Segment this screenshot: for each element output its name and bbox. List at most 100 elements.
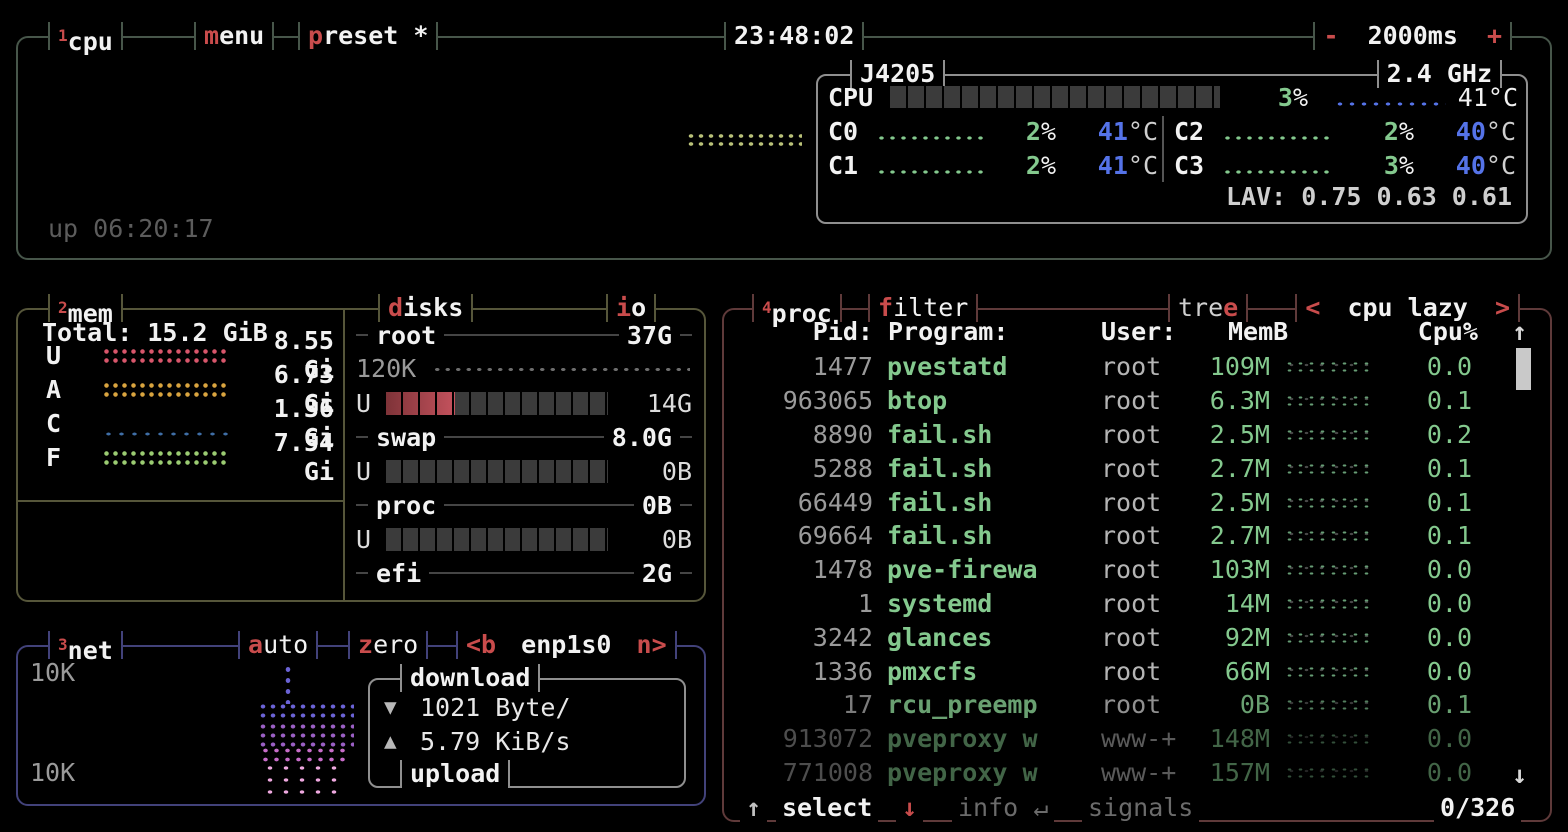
process-name: pve-firewa [887, 555, 1087, 584]
net-scale-bottom: 10K [30, 758, 75, 787]
disk-efi-header: efi2G [356, 556, 692, 590]
net-zero-toggle[interactable]: zero [348, 631, 428, 659]
process-row[interactable]: 8890 fail.sh root 2.5M 0.2 [738, 418, 1510, 452]
process-name: systemd [887, 589, 1087, 618]
cpu-hotkey: 1 [58, 26, 68, 45]
process-pid: 771008 [738, 758, 873, 787]
process-user: root [1101, 690, 1191, 719]
process-row[interactable]: 17 rcu_preemp root 0B 0.1 [738, 688, 1510, 722]
process-user: root [1101, 623, 1191, 652]
process-cpu-graph [1284, 529, 1374, 542]
process-cpu-graph [1284, 496, 1374, 509]
col-header-mem[interactable]: MemB [1228, 318, 1288, 346]
process-mem: 109M [1205, 352, 1270, 381]
download-label: download [400, 664, 540, 692]
process-mem: 2.7M [1205, 454, 1270, 483]
scroll-down-icon[interactable]: ↓ [1512, 760, 1527, 789]
core-label: C0 [828, 117, 876, 146]
process-row[interactable]: 1478 pve-firewa root 103M 0.0 [738, 553, 1510, 587]
interval-increase-button[interactable]: + [1487, 21, 1502, 50]
process-row[interactable]: 1 systemd root 14M 0.0 [738, 587, 1510, 621]
process-pid: 913072 [738, 724, 873, 753]
process-name: pveproxy w [887, 758, 1087, 787]
preset-button[interactable]: preset * [298, 22, 438, 50]
process-row[interactable]: 5288 fail.sh root 2.7M 0.1 [738, 451, 1510, 485]
process-cpu: 0.1 [1393, 521, 1472, 550]
tab-net[interactable]: 3net [48, 631, 123, 659]
process-name: pveproxy w [887, 724, 1087, 753]
process-user: www-+ [1101, 758, 1191, 787]
process-user: root [1101, 454, 1191, 483]
scroll-up-icon[interactable]: ↑ [1512, 318, 1527, 346]
process-cpu-graph [1284, 462, 1374, 475]
process-cpu: 0.2 [1393, 420, 1472, 449]
process-table: 1477 pvestatd root 109M 0.0 963065 btop … [738, 350, 1510, 789]
process-user: root [1101, 555, 1191, 584]
core-percent: 2% [992, 151, 1056, 180]
select-up-icon[interactable]: ↑ [740, 794, 767, 822]
process-row[interactable]: 3242 glances root 92M 0.0 [738, 620, 1510, 654]
mem-rows: U 8.55 Gi A 6.73 Gi C 1.36 Gi F 7.54 Gi [46, 338, 334, 474]
cpu-core-row: C2 2% 40°C [1174, 114, 1516, 148]
interval-decrease-button[interactable]: - [1323, 21, 1338, 50]
select-label[interactable]: select [776, 794, 878, 822]
process-mem: 6.3M [1205, 386, 1270, 415]
sort-next-button[interactable]: > [1495, 293, 1510, 322]
download-arrow-icon: ▼ [384, 695, 420, 719]
col-header-pid[interactable]: Pid: [798, 318, 873, 346]
interval-value: 2000ms [1368, 21, 1458, 50]
core-usage-graph [876, 168, 988, 176]
update-interval: - 2000ms + [1313, 22, 1512, 50]
process-row[interactable]: 1477 pvestatd root 109M 0.0 [738, 350, 1510, 384]
iface-next-button[interactable]: n> [637, 630, 667, 659]
process-mem: 2.7M [1205, 521, 1270, 550]
col-header-program[interactable]: Program: [888, 318, 1008, 346]
process-pid: 5288 [738, 454, 873, 483]
process-count: 0/326 [1434, 794, 1521, 822]
disk-root-io-graph [432, 366, 690, 373]
process-row[interactable]: 1336 pmxcfs root 66M 0.0 [738, 654, 1510, 688]
process-row[interactable]: 69664 fail.sh root 2.7M 0.1 [738, 519, 1510, 553]
cpu-total-row: CPU 3% 41°C [828, 80, 1518, 114]
net-interface-switcher[interactable]: <b enp1s0 n> [456, 631, 677, 659]
mem-row-graph [102, 449, 230, 466]
process-row[interactable]: 771008 pveproxy w www-+ 157M 0.0 [738, 756, 1510, 790]
mem-panel-divider [18, 500, 344, 502]
upload-arrow-icon: ▲ [384, 729, 420, 753]
process-user: root [1101, 488, 1191, 517]
process-name: fail.sh [887, 521, 1087, 550]
signals-button[interactable]: signals [1082, 794, 1199, 822]
sort-prev-button[interactable]: < [1305, 293, 1320, 322]
core-temp: 41°C [1056, 151, 1158, 180]
process-row[interactable]: 913072 pveproxy w www-+ 148M 0.0 [738, 722, 1510, 756]
process-pid: 1478 [738, 555, 873, 584]
select-down-icon[interactable]: ↓ [896, 794, 923, 822]
cpu-temp-graph [1334, 100, 1446, 108]
process-cpu-graph [1284, 665, 1374, 678]
col-header-cpu[interactable]: Cpu% [1400, 318, 1478, 346]
net-graph-band-blue [258, 702, 354, 722]
process-row[interactable]: 963065 btop root 6.3M 0.1 [738, 384, 1510, 418]
core-temp: 40°C [1414, 151, 1516, 180]
cpu-core-row: C3 3% 40°C [1174, 148, 1516, 182]
scrollbar-thumb[interactable] [1516, 348, 1531, 390]
process-pid: 66449 [738, 488, 873, 517]
menu-button[interactable]: menu [194, 22, 274, 50]
process-cpu-graph [1284, 360, 1374, 373]
cpu-total-label: CPU [828, 83, 890, 112]
col-header-user[interactable]: User: [1101, 318, 1176, 346]
net-auto-toggle[interactable]: auto [238, 631, 318, 659]
process-cpu: 0.0 [1393, 623, 1472, 652]
tab-cpu[interactable]: 1cpu [48, 22, 123, 50]
disk-root-header: root37G [356, 318, 692, 352]
mem-disks-divider [343, 310, 345, 600]
info-button[interactable]: info ↵ [952, 794, 1054, 822]
core-percent: 3% [1350, 151, 1414, 180]
core-label: C3 [1174, 151, 1222, 180]
process-name: fail.sh [887, 454, 1087, 483]
process-row[interactable]: 66449 fail.sh root 2.5M 0.1 [738, 485, 1510, 519]
iface-prev-button[interactable]: <b [466, 630, 496, 659]
process-name: glances [887, 623, 1087, 652]
net-graph-band-pink [260, 746, 348, 762]
process-mem: 66M [1205, 657, 1270, 686]
